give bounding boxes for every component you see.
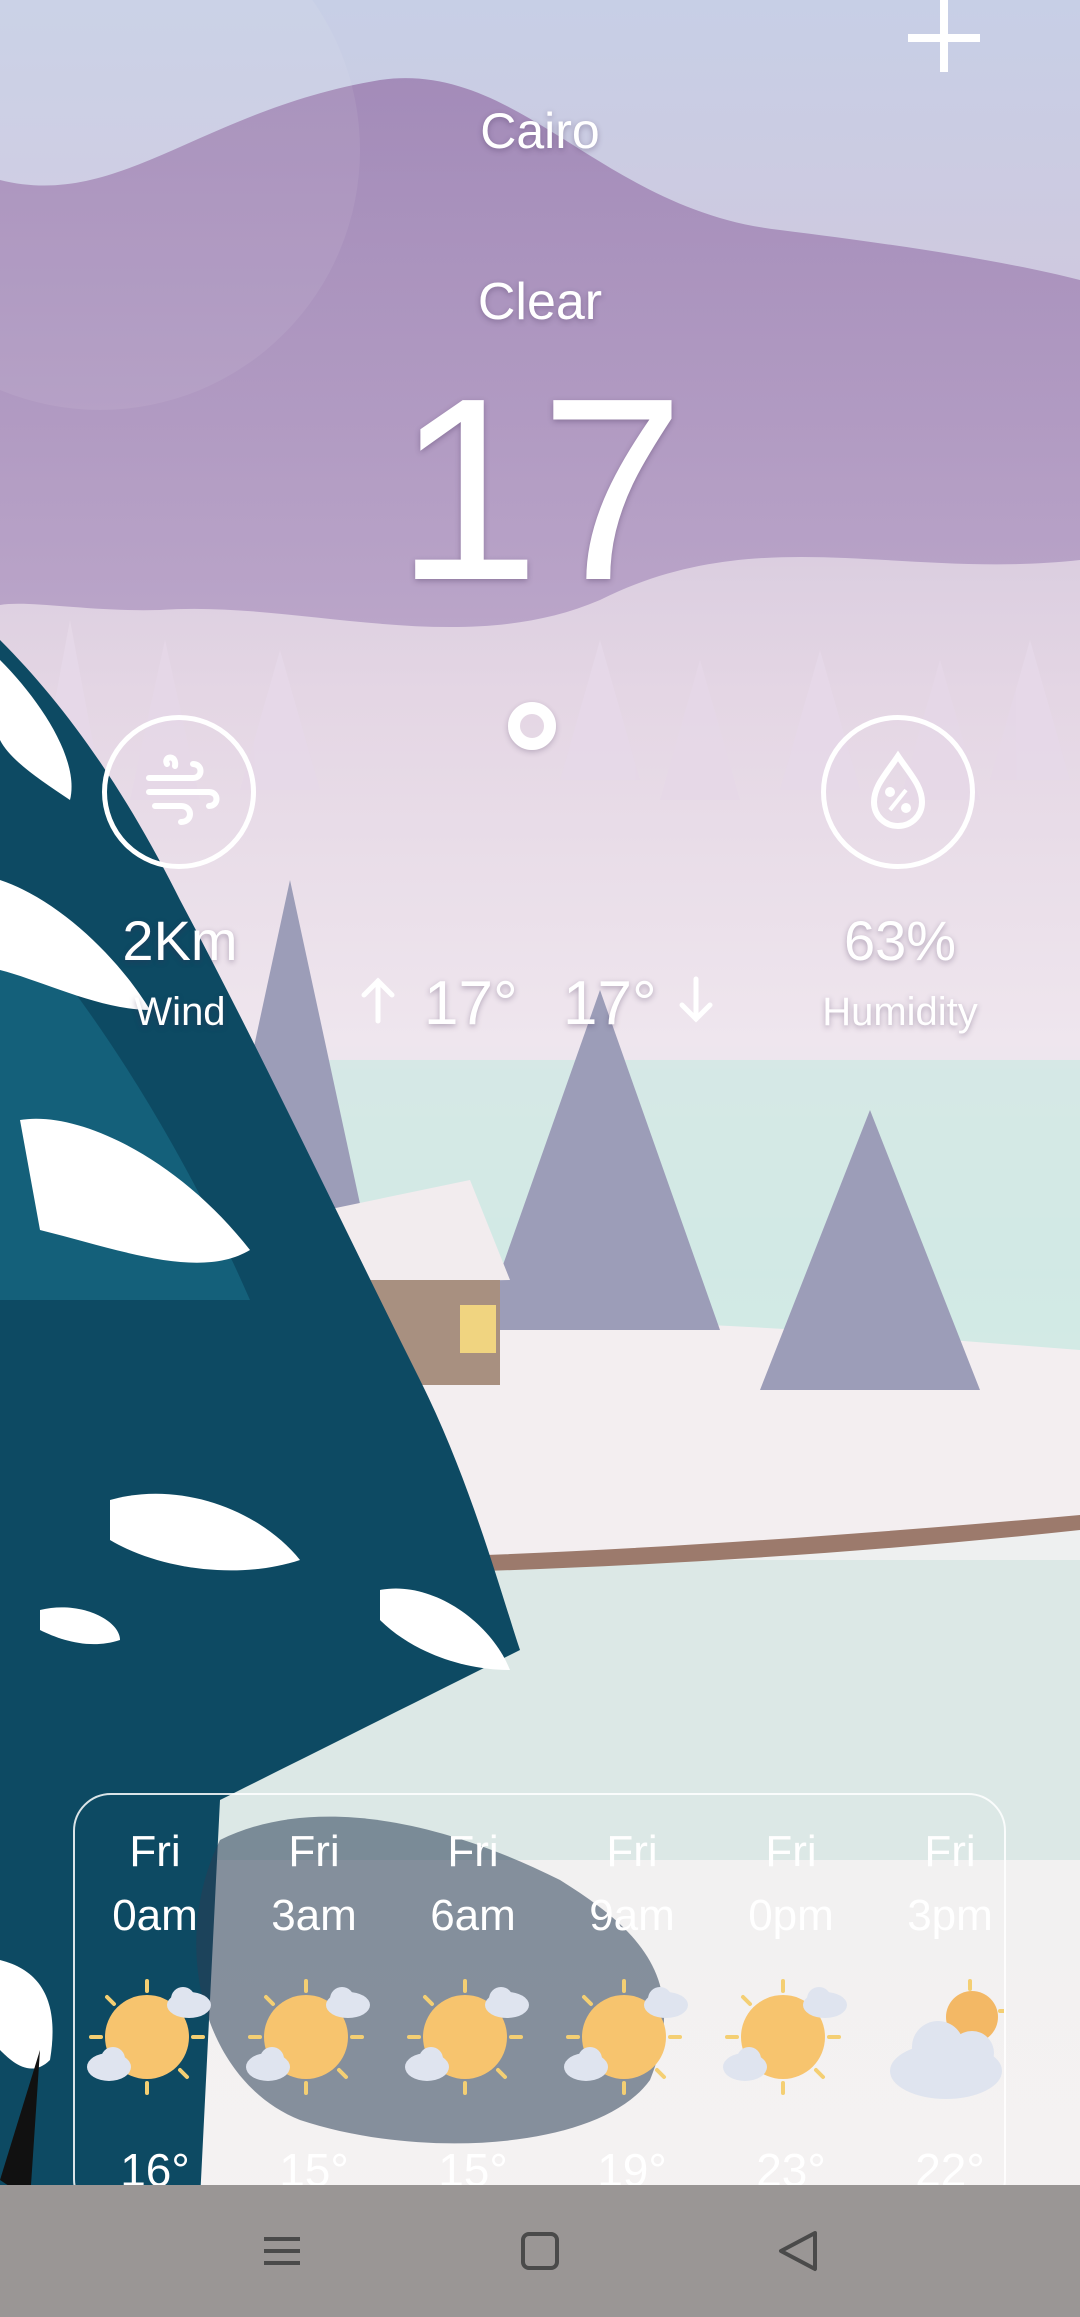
humidity-label: Humidity: [822, 990, 978, 1034]
forecast-time: 9am: [589, 1891, 675, 1940]
forecast-day: Fri: [924, 1827, 976, 1876]
back-triangle-icon: [779, 2231, 817, 2271]
home-square-icon: [521, 2232, 559, 2270]
sun-with-clouds-icon: [403, 1975, 543, 2105]
wind-label: Wind: [134, 990, 226, 1034]
forecast-time: 6am: [430, 1891, 516, 1940]
hourly-forecast-card[interactable]: Fri 0am 16° Fri 3am 15° Fri 6am 15° Fri …: [73, 1793, 1006, 2217]
forecast-day: Fri: [765, 1827, 817, 1876]
weather-condition: Clear: [477, 273, 603, 331]
forecast-day: Fri: [447, 1827, 499, 1876]
arrow-up-icon: [358, 975, 398, 1030]
wind-value: 2Km: [122, 909, 238, 972]
humidity-value: 63%: [843, 909, 957, 972]
sun-with-clouds-icon: [721, 1975, 861, 2105]
wind-icon: [102, 715, 256, 869]
sun-with-clouds-icon: [562, 1975, 702, 2105]
forecast-time: 0am: [112, 1891, 198, 1940]
back-button[interactable]: [757, 2215, 837, 2287]
city-name: Cairo: [480, 103, 600, 159]
arrow-down-icon: [676, 975, 716, 1030]
sun-with-clouds-icon: [244, 1975, 384, 2105]
add-city-button[interactable]: [900, 0, 990, 80]
forecast-time: 3am: [271, 1891, 357, 1940]
forecast-time: 3pm: [907, 1891, 993, 1940]
forecast-time: 0pm: [748, 1891, 834, 1940]
sun-with-clouds-icon: [85, 1975, 225, 2105]
humidity-drop-icon: [821, 715, 975, 869]
degree-ring-icon: [508, 702, 556, 750]
cloudy-sun-icon: [880, 1975, 1004, 2105]
forecast-day: Fri: [606, 1827, 658, 1876]
home-button[interactable]: [500, 2215, 580, 2287]
navigation-bar: [0, 2185, 1080, 2317]
current-temperature: 17: [395, 345, 685, 635]
menu-icon: [264, 2237, 300, 2265]
forecast-day: Fri: [288, 1827, 340, 1876]
plus-icon: [908, 0, 980, 72]
forecast-day: Fri: [129, 1827, 181, 1876]
low-temperature: 17°: [563, 969, 657, 1038]
menu-button[interactable]: [242, 2215, 322, 2287]
high-temperature: 17°: [424, 969, 518, 1038]
